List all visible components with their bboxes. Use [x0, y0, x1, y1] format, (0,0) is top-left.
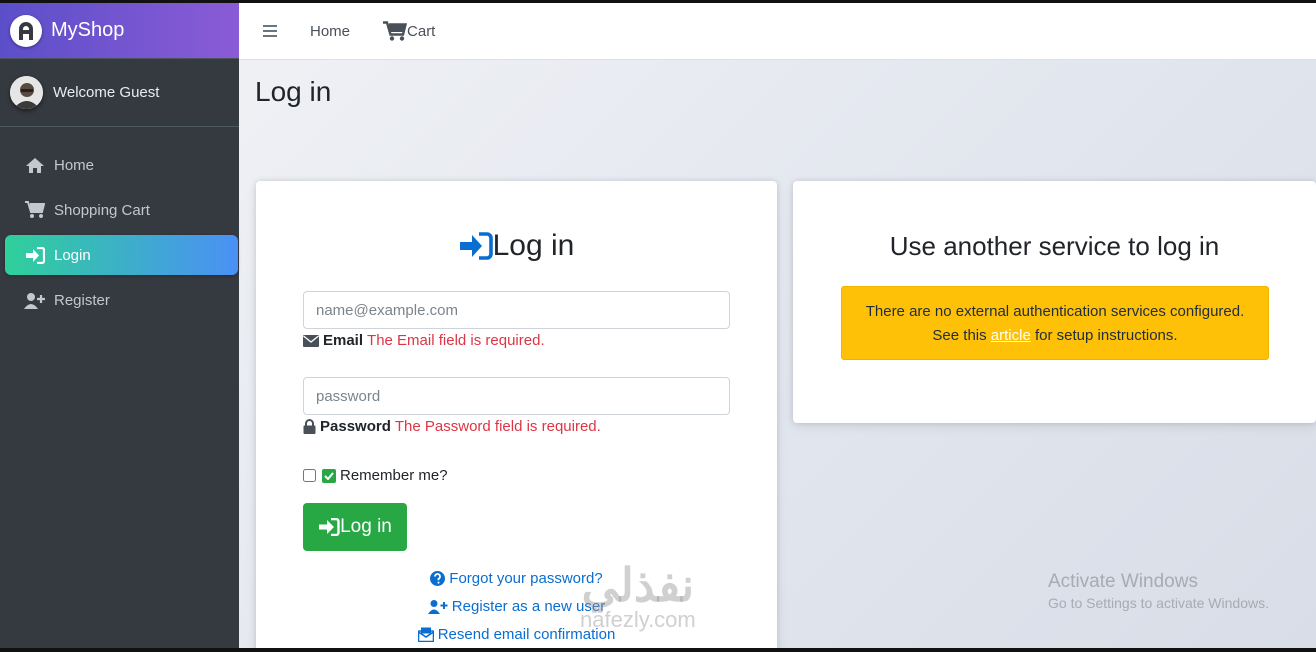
password-error: The Password field is required. [394, 418, 601, 435]
home-icon [24, 155, 46, 175]
email-error: The Email field is required. [367, 332, 545, 349]
sign-in-icon [24, 245, 46, 265]
user-panel: Welcome Guest [0, 59, 239, 127]
lock-icon [303, 419, 316, 434]
cart-label: Cart [407, 22, 436, 40]
external-login-title: Use another service to log in [889, 231, 1220, 261]
question-circle-icon [430, 571, 446, 586]
sidebar-item-home[interactable]: Home [5, 145, 238, 185]
article-link[interactable]: article [991, 327, 1031, 344]
check-square-icon [322, 468, 336, 483]
envelope-icon [303, 334, 319, 347]
sidebar-item-label: Home [54, 156, 95, 174]
top-navbar: Home Cart [239, 3, 1316, 60]
sidebar: MyShop Welcome Guest Home Shopping Cart [0, 3, 239, 652]
sidebar-item-shopping-cart[interactable]: Shopping Cart [5, 190, 238, 230]
remember-me: Remember me? [303, 467, 448, 484]
menu-toggle-icon[interactable] [263, 25, 277, 37]
alert-suffix: for setup instructions. [1034, 327, 1178, 344]
alert-line-1: There are no external authentication ser… [865, 303, 1245, 320]
register-link[interactable]: Register as a new user [256, 598, 777, 615]
alert-line-2: See this article for setup instructions. [842, 324, 1268, 348]
user-plus-icon [24, 290, 46, 310]
nav-home-link[interactable]: Home [310, 23, 350, 40]
password-label: Password The Password field is required. [303, 418, 601, 435]
sign-in-icon [319, 518, 340, 536]
cart-icon [383, 21, 408, 41]
forgot-password-link[interactable]: Forgot your password? [256, 570, 777, 587]
login-button-label: Log in [340, 516, 392, 537]
password-label-text: Password [320, 418, 391, 435]
sidebar-item-label: Shopping Cart [54, 201, 150, 219]
brand-link[interactable]: MyShop [0, 3, 239, 59]
remember-me-label: Remember me? [340, 467, 448, 484]
brand-logo-icon [10, 14, 42, 47]
taskbar-edge [0, 648, 1316, 652]
nafezly-watermark: نفذلي nafezly.com [580, 562, 696, 632]
watermark-arabic: نفذلي [581, 559, 695, 611]
activate-windows-subtitle: Go to Settings to activate Windows. [1048, 595, 1269, 611]
external-login-card: Use another service to log in There are … [793, 181, 1316, 423]
password-input[interactable] [303, 377, 730, 415]
login-card: Log in Email The Email field is required… [256, 181, 777, 652]
sidebar-item-login[interactable]: Login [5, 235, 238, 275]
brand-name: MyShop [51, 19, 125, 41]
email-label: Email The Email field is required. [303, 332, 545, 349]
nav-cart-link[interactable]: Cart [383, 21, 435, 41]
avatar[interactable] [10, 76, 43, 109]
cart-icon [24, 200, 46, 220]
watermark-domain: nafezly.com [580, 607, 696, 632]
login-heading: Log in [256, 229, 777, 263]
no-external-services-alert: There are no external authentication ser… [841, 286, 1269, 360]
sidebar-item-register[interactable]: Register [5, 280, 238, 320]
activate-windows-watermark: Activate Windows Go to Settings to activ… [1048, 571, 1269, 611]
email-label-text: Email [323, 332, 364, 349]
alert-prefix: See this [932, 327, 987, 344]
sign-in-icon [459, 232, 493, 260]
envelope-open-icon [417, 627, 434, 642]
sidebar-item-label: Login [54, 246, 91, 264]
welcome-text: Welcome Guest [53, 84, 160, 101]
login-heading-text: Log in [492, 229, 575, 262]
remember-me-checkbox[interactable] [303, 469, 316, 482]
sidebar-item-label: Register [54, 291, 110, 309]
user-plus-icon [427, 600, 448, 614]
resend-confirmation-link[interactable]: Resend email confirmation [256, 626, 777, 643]
activate-windows-title: Activate Windows [1048, 571, 1198, 592]
page-title: Log in [255, 76, 332, 107]
sidebar-nav: Home Shopping Cart Login Register [0, 127, 239, 320]
login-button[interactable]: Log in [303, 503, 407, 551]
email-input[interactable] [303, 291, 730, 329]
